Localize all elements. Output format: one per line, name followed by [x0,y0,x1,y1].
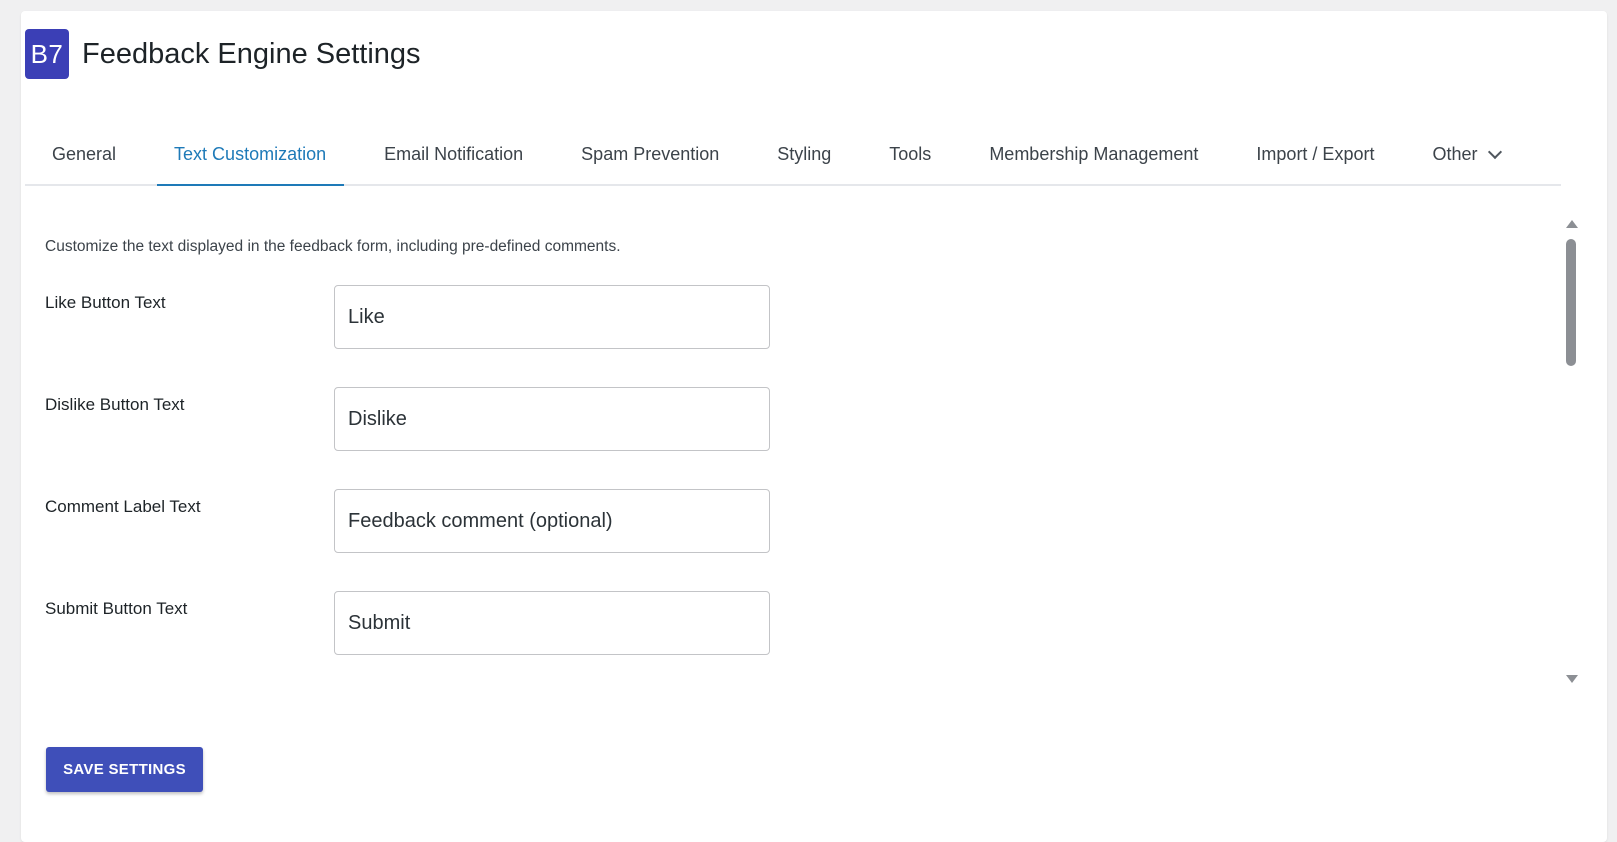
field-row-like-button: Like Button Text [45,285,805,351]
like-button-text-input[interactable] [334,285,770,349]
tab-text-customization[interactable]: Text Customization [156,125,344,186]
comment-label-text-label: Comment Label Text [45,497,201,516]
tab-label: Other [1432,144,1478,164]
tab-label: Email Notification [384,144,524,164]
like-button-text-label: Like Button Text [45,293,166,312]
save-settings-button[interactable]: SAVE SETTINGS [46,747,203,792]
scroll-down-arrow-icon[interactable] [1566,675,1578,683]
tab-spam-prevention[interactable]: Spam Prevention [564,125,737,184]
settings-tabs: General Text Customization Email Notific… [25,125,1561,186]
app-logo: B7 [25,29,69,79]
scroll-up-arrow-icon[interactable] [1566,220,1578,228]
field-row-comment-label: Comment Label Text [45,489,805,555]
tab-label: Spam Prevention [581,144,720,164]
tab-styling[interactable]: Styling [760,125,849,184]
tab-general[interactable]: General [25,125,134,184]
tab-tools[interactable]: Tools [872,125,949,184]
submit-button-text-input[interactable] [334,591,770,655]
content-scrollbar[interactable] [1561,215,1581,695]
tab-label: General [52,144,117,164]
tab-label: Tools [889,144,932,164]
tab-label: Text Customization [174,144,327,164]
scrollbar-thumb[interactable] [1566,239,1576,366]
page-title: Feedback Engine Settings [82,37,421,70]
tab-membership-management[interactable]: Membership Management [972,125,1216,184]
tab-label: Import / Export [1256,144,1375,164]
dislike-button-text-input[interactable] [334,387,770,451]
tab-email-notification[interactable]: Email Notification [367,125,541,184]
field-row-submit-button: Submit Button Text [45,591,805,657]
chevron-down-icon [1487,144,1502,159]
tab-label: Styling [777,144,832,164]
tab-label: Membership Management [989,144,1199,164]
page-header: B7 Feedback Engine Settings [25,29,421,79]
field-row-dislike-button: Dislike Button Text [45,387,805,453]
comment-label-text-input[interactable] [334,489,770,553]
dislike-button-text-label: Dislike Button Text [45,395,185,414]
tab-import-export[interactable]: Import / Export [1239,125,1392,184]
tab-other-dropdown[interactable]: Other [1415,125,1517,184]
text-customization-section: Customize the text displayed in the feed… [21,215,1551,695]
section-description: Customize the text displayed in the feed… [45,238,621,255]
submit-button-text-label: Submit Button Text [45,599,188,618]
